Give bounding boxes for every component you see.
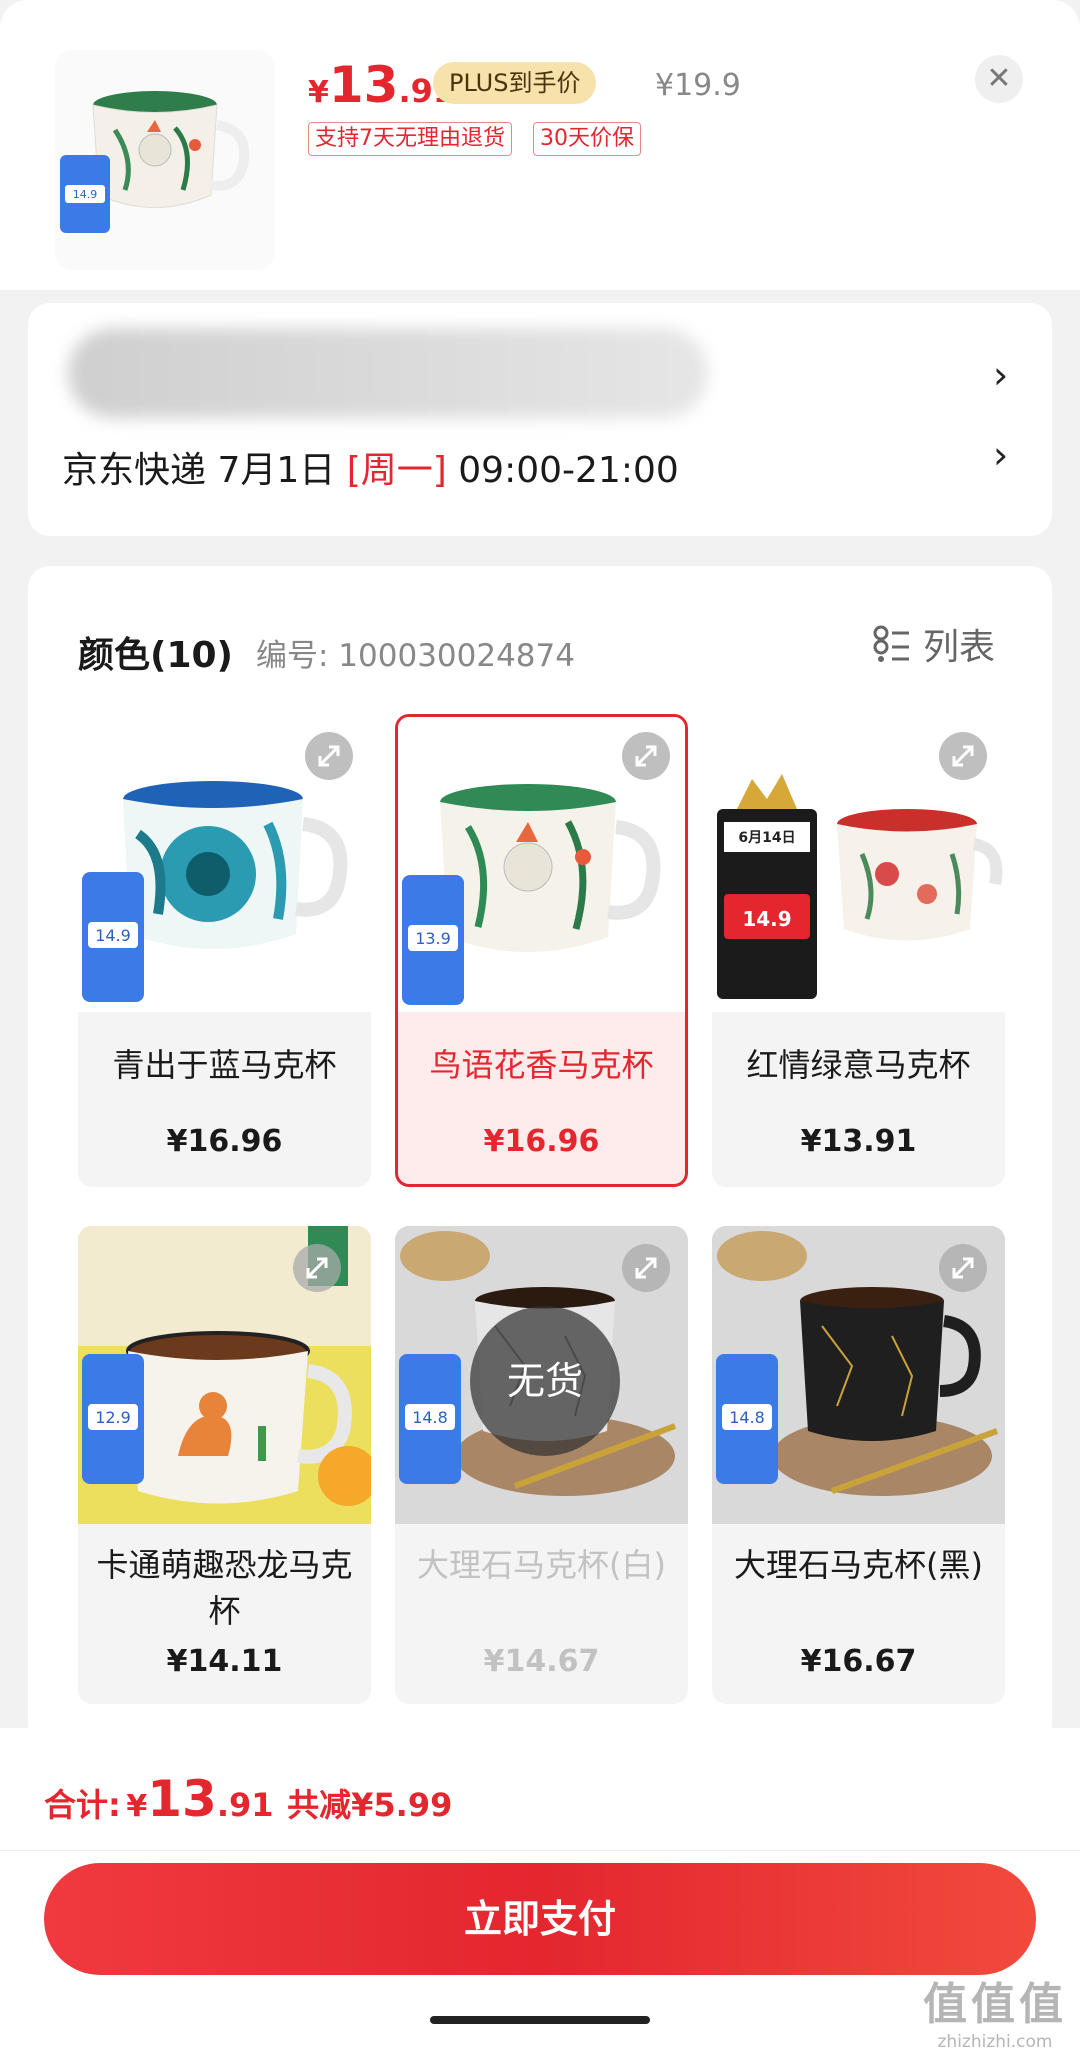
promo-date: 6月14日 <box>738 830 795 846</box>
variant-name: 鸟语花香马克杯 <box>429 1046 654 1084</box>
expand-icon[interactable] <box>305 732 353 780</box>
promo-price: 14.9 <box>95 926 131 945</box>
expand-icon[interactable] <box>293 1244 341 1292</box>
variant-grid: 14.9 青出于蓝马克杯 ¥16.96 13.9 鸟语花香马克杯 ¥16.96 … <box>78 714 1005 1704</box>
variant-price: ¥16.67 <box>800 1644 917 1679</box>
chevron-right-icon[interactable]: › <box>993 353 1008 397</box>
close-button[interactable]: ✕ <box>975 55 1023 103</box>
expand-icon[interactable] <box>939 732 987 780</box>
order-total: 合计: ¥13.91 共减¥5.99 <box>44 1770 453 1828</box>
promo-price: 13.9 <box>415 929 451 948</box>
plus-price-badge: PLUS到手价 <box>433 62 597 104</box>
variant-item-blue[interactable]: 14.9 青出于蓝马克杯 ¥16.96 <box>78 714 371 1187</box>
variant-price: ¥14.67 <box>483 1644 600 1679</box>
checkout-bar: 合计: ¥13.91 共减¥5.99 立即支付 值值值 zhizhizhi.co… <box>0 1728 1080 2053</box>
promo-price: 14.8 <box>729 1408 765 1427</box>
close-icon: ✕ <box>986 61 1012 96</box>
expand-icon[interactable] <box>622 1244 670 1292</box>
product-header: 14.9 ¥13.91 PLUS到手价 ¥19.9 ✕ 支持7天无理由退货 30… <box>0 0 1080 290</box>
variant-title: 颜色(10) <box>78 635 234 676</box>
variant-name: 卡通萌趣恐龙马克杯 <box>96 1546 353 1630</box>
product-thumbnail: 14.9 <box>55 50 275 270</box>
variant-price: ¥14.11 <box>166 1644 283 1679</box>
address-blurred[interactable] <box>68 328 708 418</box>
delivery-info[interactable]: 京东快递 7月1日 [周一] 09:00-21:00 <box>62 441 679 493</box>
original-price: ¥19.9 <box>655 68 741 103</box>
promo-price: 12.9 <box>95 1408 131 1427</box>
variant-name: 大理石马克杯(白) <box>417 1546 666 1584</box>
divider <box>0 1850 1080 1851</box>
chevron-right-icon[interactable]: › <box>993 433 1008 477</box>
variant-item-marble-white: 14.8 无货 大理石马克杯(白) ¥14.67 <box>395 1226 688 1704</box>
list-view-toggle[interactable]: 列表 <box>873 622 995 668</box>
expand-icon[interactable] <box>939 1244 987 1292</box>
promo-price-thumb: 14.9 <box>73 188 98 201</box>
home-indicator[interactable] <box>430 2016 650 2024</box>
watermark: 值值值 zhizhizhi.com <box>923 1979 1067 2052</box>
variant-price: ¥16.96 <box>483 1124 600 1159</box>
list-icon <box>873 625 909 662</box>
price-protect-tag: 30天价保 <box>533 122 641 156</box>
sku-number: 编号: 100030024874 <box>256 638 575 674</box>
variant-price: ¥13.91 <box>800 1124 917 1159</box>
variant-item-dino[interactable]: 12.9 卡通萌趣恐龙马克杯 ¥14.11 <box>78 1226 371 1704</box>
variant-item-marble-black[interactable]: 14.8 大理石马克杯(黑) ¥16.67 <box>712 1226 1005 1704</box>
out-of-stock-badge: 无货 <box>470 1306 620 1456</box>
variant-item-bird[interactable]: 13.9 鸟语花香马克杯 ¥16.96 <box>395 714 688 1187</box>
promo-price: 14.9 <box>742 907 791 931</box>
expand-icon[interactable] <box>622 732 670 780</box>
promo-price: 14.8 <box>412 1408 448 1427</box>
variant-card: 颜色(10) 编号: 100030024874 列表 14.9 青出于蓝马克杯 … <box>28 566 1052 1746</box>
variant-name: 大理石马克杯(黑) <box>734 1546 983 1584</box>
address-card: › 京东快递 7月1日 [周一] 09:00-21:00 › <box>28 303 1052 536</box>
variant-price: ¥16.96 <box>166 1124 283 1159</box>
variant-name: 红情绿意马克杯 <box>746 1046 971 1084</box>
variant-name: 青出于蓝马克杯 <box>112 1046 337 1084</box>
pay-now-button[interactable]: 立即支付 <box>44 1863 1036 1975</box>
total-saving: 共减¥5.99 <box>287 1786 453 1824</box>
return-policy-tag: 支持7天无理由退货 <box>308 122 512 156</box>
variant-item-red[interactable]: 6月14日 14.9 红情绿意马克杯 ¥13.91 <box>712 714 1005 1187</box>
